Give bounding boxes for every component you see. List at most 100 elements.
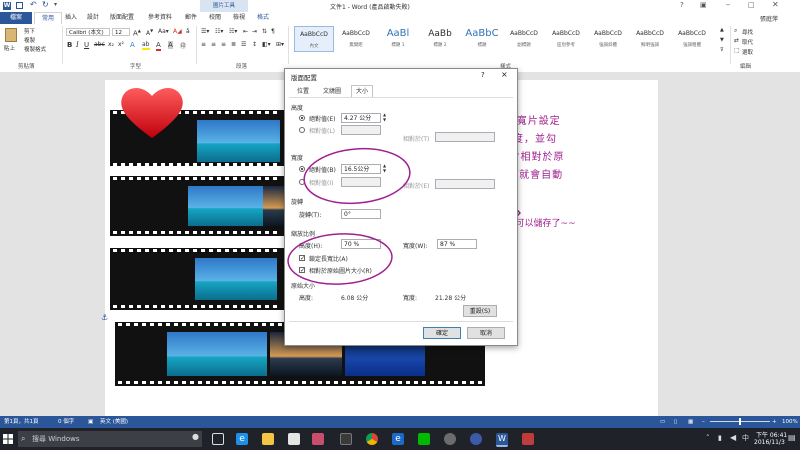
- style-gallery-item[interactable]: AaBbCcD 內文: [294, 26, 334, 52]
- cut-button[interactable]: 剪下: [24, 27, 35, 35]
- justify-icon[interactable]: ≣: [231, 41, 236, 48]
- cancel-button[interactable]: 取消: [467, 327, 505, 339]
- width-absolute-spinner-icon[interactable]: ▲ ▼: [383, 163, 386, 173]
- network-icon[interactable]: ▮: [718, 434, 722, 442]
- strikethrough-icon[interactable]: abc: [94, 41, 105, 48]
- height-relative-radio[interactable]: [299, 127, 305, 133]
- clock-time[interactable]: 下午 06:41: [756, 430, 787, 439]
- dialog-close-button[interactable]: ×: [501, 70, 508, 79]
- proofing-icon[interactable]: ▣: [88, 416, 93, 428]
- styles-scroll-down-icon[interactable]: ▼: [720, 37, 724, 43]
- relative-to-original-label[interactable]: 相對於原始圖片大小(R): [309, 266, 372, 275]
- height-relative-to-select[interactable]: [435, 132, 495, 142]
- reset-button[interactable]: 重設(S): [463, 305, 497, 317]
- media-icon[interactable]: [340, 433, 352, 445]
- align-center-icon[interactable]: ≡: [211, 41, 216, 48]
- user-name[interactable]: 張庭萍: [760, 14, 778, 23]
- redo-icon[interactable]: ↻: [42, 0, 49, 9]
- subscript-icon[interactable]: x₂: [108, 41, 114, 48]
- minimize-icon[interactable]: –: [726, 0, 730, 9]
- style-gallery-item[interactable]: AaBbC 標題: [462, 26, 502, 52]
- decrease-indent-icon[interactable]: ⇤: [243, 28, 248, 35]
- find-button[interactable]: 尋找: [742, 28, 753, 36]
- ie-icon[interactable]: e: [392, 433, 404, 445]
- zoom-in-icon[interactable]: +: [772, 416, 777, 428]
- tab-format[interactable]: 格式: [252, 12, 274, 24]
- italic-icon[interactable]: I: [76, 41, 79, 49]
- copy-button[interactable]: 複製: [24, 36, 35, 44]
- height-absolute-input[interactable]: 4.27 公分: [341, 113, 381, 123]
- replace-button[interactable]: 取代: [742, 38, 753, 46]
- word-count[interactable]: 0 個字: [58, 416, 74, 428]
- height-relative-input[interactable]: [341, 125, 381, 135]
- app-icon[interactable]: [470, 433, 482, 445]
- tab-file[interactable]: 檔案: [0, 12, 32, 24]
- maximize-icon[interactable]: □: [748, 1, 755, 9]
- text-effects-icon[interactable]: A: [130, 41, 135, 49]
- word-app-icon[interactable]: W: [3, 2, 11, 10]
- width-relative-input[interactable]: [341, 177, 381, 187]
- ribbon-display-options-icon[interactable]: ▣: [700, 1, 707, 9]
- style-gallery-item[interactable]: AaBbCcD 鮮明強調: [630, 26, 670, 52]
- style-gallery-item[interactable]: AaBbCcD 副標題: [504, 26, 544, 52]
- page-count[interactable]: 第1頁，共1頁: [4, 416, 39, 428]
- shading-icon[interactable]: ◧▾: [262, 41, 271, 48]
- rotation-input[interactable]: 0°: [341, 209, 381, 219]
- task-view-icon[interactable]: [212, 433, 224, 445]
- windows-search-box[interactable]: ⌕ 搜尋 Windows: [18, 431, 202, 447]
- character-shading-icon[interactable]: A: [168, 41, 173, 49]
- styles-scroll-up-icon[interactable]: ▲: [720, 27, 724, 33]
- paste-icon[interactable]: [5, 28, 17, 42]
- store-icon[interactable]: [288, 433, 300, 445]
- highlight-icon[interactable]: ab: [142, 41, 150, 50]
- width-absolute-input[interactable]: 16.5公分: [341, 164, 381, 174]
- undo-icon[interactable]: ↶: [30, 0, 37, 9]
- style-gallery-item[interactable]: AaBbCcD 區別參考: [546, 26, 586, 52]
- change-case-icon[interactable]: Aa▾: [158, 28, 169, 35]
- font-color-icon[interactable]: A: [156, 41, 161, 51]
- height-absolute-radio[interactable]: [299, 115, 305, 121]
- edge-icon[interactable]: e: [236, 433, 248, 445]
- enclose-characters-icon[interactable]: ㊞: [180, 41, 186, 50]
- style-gallery-item[interactable]: AaBl 標題 1: [378, 26, 418, 52]
- scale-width-input[interactable]: 87 %: [437, 239, 477, 249]
- style-gallery-item[interactable]: AaBbCcD 強調粗體: [672, 26, 712, 52]
- zoom-level[interactable]: 100%: [782, 416, 798, 428]
- bold-icon[interactable]: B: [67, 41, 72, 49]
- notification-icon[interactable]: ▤: [788, 433, 796, 442]
- file-explorer-icon[interactable]: [262, 433, 274, 445]
- format-painter-button[interactable]: 複製格式: [24, 45, 46, 53]
- align-left-icon[interactable]: ≡: [201, 41, 206, 48]
- chrome-icon[interactable]: [366, 433, 378, 445]
- height-absolute-spinner-icon[interactable]: ▲ ▼: [383, 112, 386, 122]
- borders-icon[interactable]: ⊞▾: [276, 41, 284, 48]
- mic-icon[interactable]: ●: [192, 432, 199, 441]
- replace-icon[interactable]: ⇄: [734, 37, 739, 44]
- read-mode-icon[interactable]: ▭: [660, 416, 665, 428]
- select-icon[interactable]: ⬚: [734, 47, 740, 54]
- paste-button[interactable]: 貼上: [4, 44, 15, 52]
- web-layout-icon[interactable]: ▦: [688, 416, 693, 428]
- line-spacing-icon[interactable]: ↕: [252, 41, 257, 48]
- styles-more-icon[interactable]: ⊽: [720, 47, 724, 53]
- tab-layout[interactable]: 版面配置: [104, 12, 140, 24]
- tab-design[interactable]: 設計: [82, 12, 104, 24]
- line-icon[interactable]: [418, 433, 430, 445]
- relative-to-original-checkbox[interactable]: ✓: [299, 267, 305, 274]
- zoom-out-icon[interactable]: –: [702, 416, 705, 428]
- tab-text-wrapping[interactable]: 文繞圖: [319, 86, 345, 97]
- shrink-font-icon[interactable]: A▼: [146, 28, 153, 37]
- bullets-icon[interactable]: ☰▾: [201, 28, 209, 35]
- ok-button[interactable]: 確定: [423, 327, 461, 339]
- app-icon[interactable]: [312, 433, 324, 445]
- clear-format-icon[interactable]: A◢: [173, 28, 182, 35]
- app-icon[interactable]: [522, 433, 534, 445]
- start-button-icon[interactable]: [3, 434, 13, 444]
- lock-aspect-label[interactable]: 鎖定長寬比(A): [309, 254, 348, 263]
- close-icon[interactable]: ✕: [772, 0, 779, 9]
- app-icon[interactable]: [444, 433, 456, 445]
- show-marks-icon[interactable]: ¶: [271, 28, 275, 35]
- lock-aspect-checkbox[interactable]: ✓: [299, 255, 305, 262]
- phonetic-guide-icon[interactable]: ǎ: [186, 28, 190, 35]
- width-relative-radio[interactable]: [299, 179, 305, 185]
